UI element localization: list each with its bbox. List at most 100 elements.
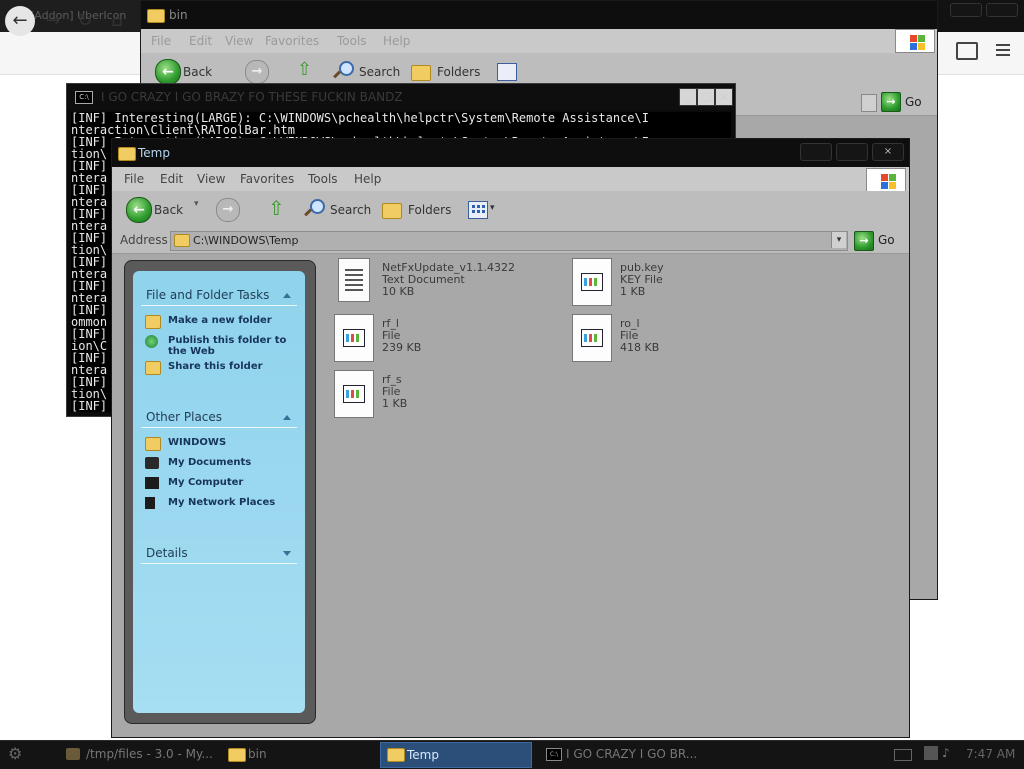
keyboard-icon[interactable]	[894, 749, 912, 761]
back-arrow-icon[interactable]: ←	[126, 197, 152, 223]
back-arrow-icon[interactable]: ←	[155, 59, 181, 85]
menu-tools[interactable]: Tools	[337, 29, 367, 53]
go-arrow-icon[interactable]: →	[854, 231, 874, 251]
maximize-icon[interactable]	[986, 3, 1018, 17]
forward-arrow-icon[interactable]: →	[38, 6, 68, 36]
minimize-icon[interactable]	[800, 143, 832, 161]
search-label[interactable]: Search	[330, 203, 371, 217]
section-divider	[141, 563, 297, 564]
folder-icon	[228, 748, 246, 762]
menu-favorites[interactable]: Favorites	[265, 29, 319, 53]
menu-edit[interactable]: Edit	[160, 167, 183, 191]
temp-toolbar: ← Back ▾ → ⇧ Search Folders ▾	[112, 191, 909, 228]
file-size: 418 KB	[620, 341, 660, 354]
views-icon[interactable]	[497, 63, 517, 81]
address-value: C:\WINDOWS\Temp	[193, 234, 299, 247]
sidebar-toggle-icon[interactable]	[956, 42, 978, 60]
expand-chevron-icon[interactable]	[283, 551, 291, 556]
windows-logo-icon	[866, 168, 906, 192]
application-file-icon	[334, 314, 374, 362]
back-label[interactable]: Back	[154, 203, 183, 217]
maximize-icon[interactable]	[836, 143, 868, 161]
file-item[interactable]: ro_l File 418 KB	[572, 314, 772, 364]
volume-icon[interactable]: ♪	[942, 746, 954, 760]
close-icon[interactable]: ×	[872, 143, 904, 161]
home-icon[interactable]: ⌂	[102, 6, 132, 36]
clock[interactable]: 7:47 AM	[966, 747, 1015, 761]
search-label[interactable]: Search	[359, 65, 400, 79]
maximize-icon[interactable]: □	[697, 88, 715, 106]
minimize-icon[interactable]: _	[679, 88, 697, 106]
taskbar-item-temp[interactable]: Temp	[380, 742, 532, 768]
menu-view[interactable]: View	[225, 29, 253, 53]
details-heading[interactable]: Details	[146, 546, 188, 560]
folders-label[interactable]: Folders	[408, 203, 451, 217]
text-document-icon	[338, 258, 370, 302]
start-menu-icon[interactable]: ⚙	[8, 744, 34, 764]
temp-titlebar: Temp ×	[112, 139, 909, 167]
file-folder-tasks-heading[interactable]: File and Folder Tasks	[146, 288, 269, 302]
minimize-icon[interactable]	[950, 3, 982, 17]
folders-label[interactable]: Folders	[437, 65, 480, 79]
folders-icon[interactable]	[382, 203, 402, 219]
menu-favorites[interactable]: Favorites	[240, 167, 294, 191]
folders-icon[interactable]	[411, 65, 431, 81]
file-size: 1 KB	[620, 285, 646, 298]
close-icon[interactable]: ×	[715, 88, 733, 106]
file-item[interactable]: NetFxUpdate_v1.1.4322 Text Document 10 K…	[336, 258, 536, 308]
address-input[interactable]: C:\WINDOWS\Temp ▾	[170, 231, 848, 251]
other-places-heading[interactable]: Other Places	[146, 410, 222, 424]
file-item[interactable]: pub.key KEY File 1 KB	[572, 258, 772, 308]
go-label[interactable]: Go	[905, 95, 922, 109]
menu-help[interactable]: Help	[383, 29, 410, 53]
go-label[interactable]: Go	[878, 233, 895, 247]
address-label: Address	[120, 233, 168, 247]
collapse-chevron-icon[interactable]	[283, 293, 291, 298]
chevron-down-icon[interactable]: ▾	[490, 203, 495, 213]
up-folder-icon[interactable]: ⇧	[268, 196, 288, 220]
temp-menubar: File Edit View Favorites Tools Help	[112, 167, 909, 192]
network-icon[interactable]	[924, 746, 938, 760]
taskbar-item-files[interactable]: /tmp/files - 3.0 - My...	[64, 742, 213, 766]
up-folder-icon[interactable]: ⇧	[297, 59, 317, 81]
place-windows-label: WINDOWS	[168, 437, 227, 448]
search-icon[interactable]	[333, 61, 354, 79]
app-icon	[66, 748, 80, 760]
back-label[interactable]: Back	[183, 65, 212, 79]
taskbar-item-label: bin	[248, 747, 267, 761]
chevron-down-icon[interactable]: ▾	[194, 199, 199, 209]
taskbar-item-console[interactable]: C:\ I GO CRAZY I GO BR...	[544, 742, 697, 766]
forward-arrow-icon[interactable]: →	[216, 198, 240, 222]
taskbar-item-bin[interactable]: bin	[226, 742, 356, 766]
file-size: 1 KB	[382, 397, 408, 410]
bin-menubar: File Edit View Favorites Tools Help	[141, 29, 937, 53]
console-titlebar: C:\ I GO CRAZY I GO BRAZY FO THESE FUCKI…	[67, 84, 735, 110]
taskbar-item-label: /tmp/files - 3.0 - My...	[86, 747, 213, 761]
publish-folder-label: Publish this folder to the Web	[168, 335, 287, 357]
new-folder-icon	[145, 315, 161, 329]
collapse-chevron-icon[interactable]	[283, 415, 291, 420]
file-item[interactable]: rf_l File 239 KB	[334, 314, 534, 364]
menu-edit[interactable]: Edit	[189, 29, 212, 53]
views-icon[interactable]	[468, 201, 488, 219]
file-item[interactable]: rf_s File 1 KB	[334, 370, 534, 420]
bin-titlebar: bin	[141, 1, 937, 29]
menu-icon[interactable]	[996, 44, 1010, 46]
forward-arrow-icon[interactable]: →	[245, 60, 269, 84]
place-my-computer-label: My Computer	[168, 477, 244, 488]
temp-address-bar: Address C:\WINDOWS\Temp ▾ → Go	[112, 227, 909, 254]
menu-help[interactable]: Help	[354, 167, 381, 191]
chevron-down-icon[interactable]: ▾	[831, 232, 846, 248]
back-arrow-icon[interactable]: ←	[5, 6, 35, 36]
menu-file[interactable]: File	[151, 29, 171, 53]
go-arrow-icon[interactable]: →	[881, 92, 901, 112]
taskbar-item-label: Temp	[407, 748, 439, 762]
menu-file[interactable]: File	[124, 167, 144, 191]
folder-icon	[147, 9, 165, 23]
chevron-down-icon[interactable]	[861, 94, 877, 112]
reload-icon[interactable]: ↻	[70, 6, 100, 36]
search-icon[interactable]	[304, 199, 325, 217]
file-size: 239 KB	[382, 341, 422, 354]
menu-view[interactable]: View	[197, 167, 225, 191]
menu-tools[interactable]: Tools	[308, 167, 338, 191]
